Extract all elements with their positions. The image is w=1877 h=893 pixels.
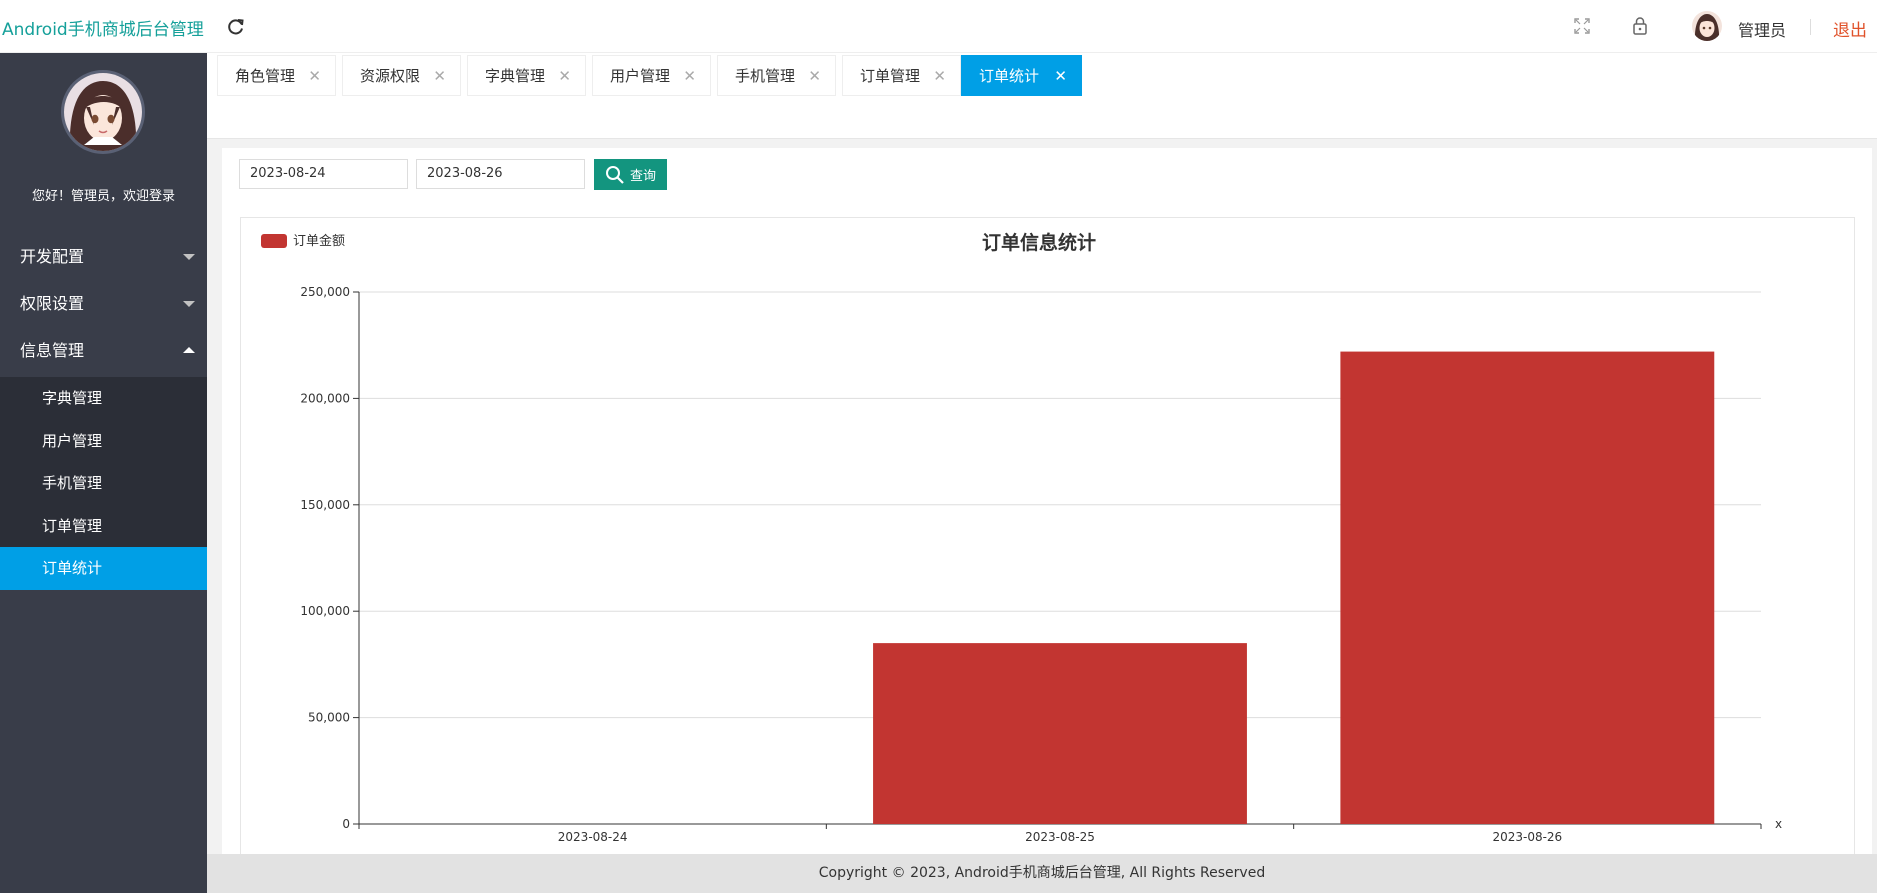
- menu-group-info-management[interactable]: 信息管理: [0, 328, 207, 374]
- user-name-menu[interactable]: 管理员: [1738, 17, 1786, 41]
- x-axis-label: x: [1775, 817, 1782, 831]
- legend-swatch: [261, 234, 287, 248]
- sidebar-item-users[interactable]: 用户管理: [0, 420, 207, 463]
- x-tick-label: 2023-08-26: [1492, 830, 1562, 844]
- end-date-input[interactable]: 2023-08-26: [416, 159, 585, 189]
- tab-label: 订单管理: [860, 67, 921, 85]
- app-title[interactable]: Android手机商城后台管理: [2, 15, 204, 40]
- tabs-bar: 角色管理 ✕ 资源权限 ✕ 字典管理 ✕ 用户管理 ✕ 手机管理 ✕ 订单管理 …: [207, 53, 1877, 139]
- legend-label: 订单金额: [293, 233, 345, 249]
- sidebar-item-orders[interactable]: 订单管理: [0, 505, 207, 548]
- search-icon: [606, 166, 624, 184]
- y-tick-label: 0: [342, 817, 350, 831]
- avatar: [61, 70, 145, 154]
- menu-group-label: 信息管理: [20, 341, 85, 360]
- close-icon[interactable]: ✕: [433, 56, 446, 96]
- y-tick-label: 250,000: [300, 285, 350, 299]
- tab-phones[interactable]: 手机管理 ✕: [717, 55, 836, 96]
- bar-2023-08-25: [873, 643, 1247, 824]
- tab-orders[interactable]: 订单管理 ✕: [842, 55, 961, 96]
- menu-group-dev-config[interactable]: 开发配置: [0, 234, 207, 280]
- chart-title: 订单信息统计: [982, 231, 1096, 254]
- tab-resource-permissions[interactable]: 资源权限 ✕: [342, 55, 461, 96]
- order-stats-chart: 订单信息统计 订单金额 0 50,000 100,000 150,000 200,000 25…: [261, 231, 1782, 844]
- tab-order-stats[interactable]: 订单统计 ✕: [961, 55, 1082, 96]
- menu-group-label: 开发配置: [20, 247, 85, 266]
- bar-2023-08-26: [1340, 351, 1715, 824]
- close-icon[interactable]: ✕: [933, 56, 946, 96]
- sidebar: 您好！管理员，欢迎登录 开发配置 权限设置 信息管理 字典管理 用户管理 手机管…: [0, 53, 207, 893]
- welcome-text: 您好！管理员，欢迎登录: [31, 189, 175, 204]
- header-divider: [1810, 19, 1811, 35]
- menu-group-label: 权限设置: [20, 294, 85, 313]
- query-button-label: 查询: [630, 168, 657, 183]
- fullscreen-icon[interactable]: [1573, 17, 1591, 35]
- refresh-icon[interactable]: [226, 17, 246, 37]
- tab-label: 订单统计: [979, 67, 1040, 85]
- top-header: Android手机商城后台管理 管理员 退出: [0, 0, 1877, 53]
- start-date-input[interactable]: 2023-08-24: [239, 159, 408, 189]
- lock-icon[interactable]: [1631, 16, 1649, 36]
- tab-users[interactable]: 用户管理 ✕: [592, 55, 711, 96]
- y-tick-label: 150,000: [300, 498, 350, 512]
- close-icon[interactable]: ✕: [808, 56, 821, 96]
- x-tick-label: 2023-08-25: [1025, 830, 1095, 844]
- tab-label: 角色管理: [235, 67, 296, 85]
- y-tick-label: 100,000: [300, 604, 350, 618]
- close-icon[interactable]: ✕: [308, 56, 321, 96]
- tab-dictionary[interactable]: 字典管理 ✕: [467, 55, 586, 96]
- close-icon[interactable]: ✕: [558, 56, 571, 96]
- close-icon[interactable]: ✕: [683, 56, 696, 96]
- tab-label: 资源权限: [360, 67, 421, 85]
- footer-copyright: Copyright © 2023, Android手机商城后台管理, All R…: [207, 854, 1877, 893]
- x-tick-label: 2023-08-24: [558, 830, 628, 844]
- tab-role-management[interactable]: 角色管理 ✕: [217, 55, 336, 96]
- sidebar-item-dictionary[interactable]: 字典管理: [0, 377, 207, 420]
- menu-group-permissions[interactable]: 权限设置: [0, 281, 207, 327]
- tab-label: 手机管理: [735, 67, 796, 85]
- chevron-down-icon: [183, 254, 195, 260]
- query-button[interactable]: 查询: [594, 159, 667, 190]
- sidebar-item-order-stats[interactable]: 订单统计: [0, 547, 207, 590]
- logout-link[interactable]: 退出: [1833, 16, 1867, 41]
- sidebar-item-phones[interactable]: 手机管理: [0, 462, 207, 505]
- avatar[interactable]: [1692, 11, 1722, 41]
- y-tick-label: 200,000: [300, 391, 350, 405]
- submenu-info-management: 字典管理 用户管理 手机管理 订单管理 订单统计: [0, 377, 207, 590]
- chevron-down-icon: [183, 301, 195, 307]
- tab-label: 用户管理: [610, 67, 671, 85]
- y-tick-label: 50,000: [308, 711, 350, 725]
- chevron-up-icon: [183, 347, 195, 353]
- tab-label: 字典管理: [485, 67, 546, 85]
- close-icon[interactable]: ✕: [1054, 56, 1067, 96]
